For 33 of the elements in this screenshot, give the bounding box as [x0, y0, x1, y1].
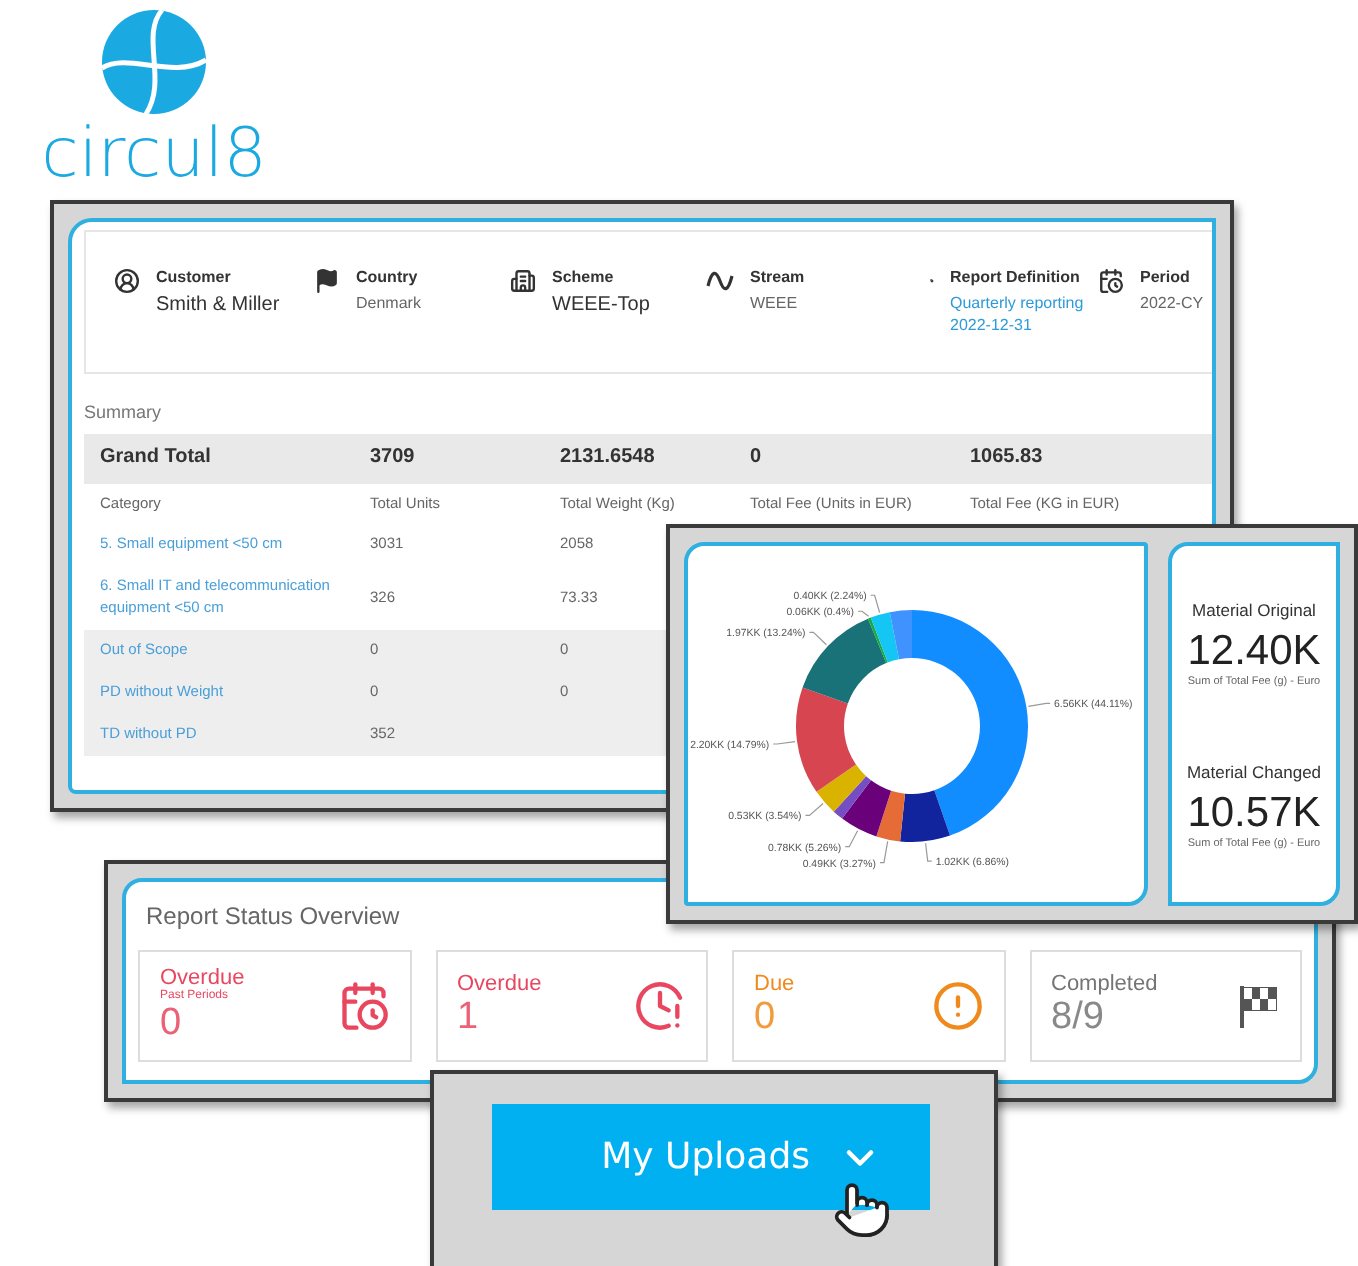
field-link[interactable]: Quarterly reporting 2022-12-31 [950, 292, 1098, 337]
field-label: Scheme [552, 268, 616, 286]
total-cell-text: 3709 [370, 444, 415, 472]
kpi-title: Material Original [1192, 599, 1316, 619]
status-label: Overdue [457, 972, 542, 996]
total-cell-text: Grand Total [100, 444, 211, 472]
kpi-value: 12.40K [1187, 627, 1321, 675]
status-value: 8/9 [1051, 996, 1106, 1040]
kpi-title: Material Changed [1186, 761, 1322, 781]
total-cell-text: 2131.6548 [560, 444, 655, 472]
section-title: Summary [84, 402, 164, 422]
field-label: Customer [156, 268, 233, 286]
section-title: Report Status Overview [146, 902, 402, 930]
status-label: Overdue [160, 966, 245, 990]
field-value: Denmark [356, 292, 421, 315]
logo-text: circul8 [41, 116, 267, 192]
status-label: Completed [1051, 972, 1158, 996]
status-label: Due [754, 972, 795, 996]
field-label: Country [356, 268, 420, 286]
status-value: 0 [160, 1002, 184, 1046]
total-cell-text: 0 [750, 444, 762, 472]
total-cell-text: 1065.83 [970, 444, 1043, 472]
field-value: WEEE-Top [552, 292, 650, 320]
field-label: Period [1140, 268, 1192, 286]
field-value: 2022-CY [1140, 292, 1204, 315]
status-value: 1 [457, 996, 481, 1040]
field-value: WEEE [750, 292, 800, 315]
field-label: Report Definition [950, 268, 1082, 286]
field-label: Stream [750, 268, 805, 286]
my-uploads-button[interactable]: My Uploads [492, 1104, 930, 1210]
status-value: 0 [754, 996, 778, 1040]
kpi-value: 10.57K [1187, 789, 1321, 837]
field-value: Smith & Miller [156, 292, 280, 320]
